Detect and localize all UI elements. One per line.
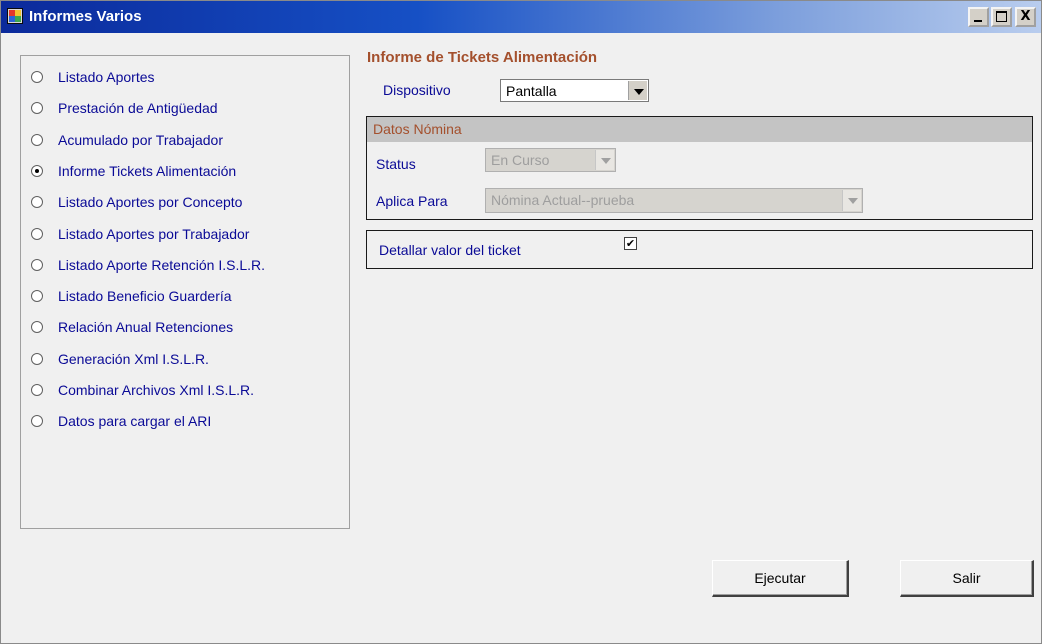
- report-option-label: Datos para cargar el ARI: [58, 413, 212, 429]
- report-option-label: Acumulado por Trabajador: [58, 132, 223, 148]
- status-label: Status: [376, 156, 416, 172]
- device-select[interactable]: Pantalla: [500, 79, 649, 102]
- report-option-label: Listado Aportes por Trabajador: [58, 226, 250, 242]
- radio-icon[interactable]: [31, 384, 43, 396]
- aplica-para-select-value: Nómina Actual--prueba: [491, 192, 635, 208]
- radio-icon[interactable]: [31, 290, 43, 302]
- datos-nomina-title: Datos Nómina: [373, 121, 462, 137]
- device-select-value: Pantalla: [506, 83, 557, 99]
- chevron-down-icon[interactable]: [595, 150, 614, 170]
- aplica-para-label: Aplica Para: [376, 193, 448, 209]
- maximize-button[interactable]: [991, 7, 1012, 27]
- report-option-label: Prestación de Antigüedad: [58, 100, 218, 116]
- window: Informes Varios X Listado Aportes Prestac…: [0, 0, 1042, 644]
- report-option[interactable]: Listado Beneficio Guardería: [31, 285, 232, 307]
- report-option[interactable]: Relación Anual Retenciones: [31, 316, 233, 338]
- report-option-label: Listado Beneficio Guardería: [58, 288, 232, 304]
- device-label: Dispositivo: [383, 82, 451, 98]
- datos-nomina-header: Datos Nómina: [367, 117, 1032, 142]
- report-option-label: Relación Anual Retenciones: [58, 319, 234, 335]
- window-title: Informes Varios: [29, 8, 142, 25]
- detail-ticket-checkbox[interactable]: ✔: [624, 237, 637, 250]
- aplica-para-select[interactable]: Nómina Actual--prueba: [485, 188, 863, 213]
- report-option[interactable]: Combinar Archivos Xml I.S.L.R.: [31, 379, 254, 401]
- report-option[interactable]: Informe Tickets Alimentación: [31, 160, 236, 182]
- report-option-label: Combinar Archivos Xml I.S.L.R.: [58, 382, 255, 398]
- radio-icon[interactable]: [31, 228, 43, 240]
- close-button[interactable]: X: [1015, 7, 1036, 27]
- report-option-label: Informe Tickets Alimentación: [58, 163, 237, 179]
- status-select[interactable]: En Curso: [485, 148, 616, 172]
- radio-icon[interactable]: [31, 353, 43, 365]
- status-select-value: En Curso: [491, 152, 550, 168]
- report-option-label: Listado Aporte Retención I.S.L.R.: [58, 257, 266, 273]
- radio-icon[interactable]: [31, 196, 43, 208]
- report-option[interactable]: Acumulado por Trabajador: [31, 129, 223, 151]
- radio-icon[interactable]: [31, 102, 43, 114]
- report-option[interactable]: Generación Xml I.S.L.R.: [31, 348, 209, 370]
- radio-icon[interactable]: [31, 134, 43, 146]
- report-option[interactable]: Listado Aporte Retención I.S.L.R.: [31, 254, 265, 276]
- report-option-label: Generación Xml I.S.L.R.: [58, 351, 209, 367]
- exit-button[interactable]: Salir: [900, 560, 1034, 597]
- detail-ticket-label: Detallar valor del ticket: [379, 242, 521, 258]
- report-option[interactable]: Listado Aportes por Concepto: [31, 191, 242, 213]
- execute-button[interactable]: Ejecutar: [712, 560, 849, 597]
- radio-selected-icon[interactable]: [31, 165, 43, 177]
- report-option[interactable]: Datos para cargar el ARI: [31, 410, 211, 432]
- report-option-label: Listado Aportes: [58, 69, 155, 85]
- report-option[interactable]: Listado Aportes por Trabajador: [31, 223, 249, 245]
- chevron-down-icon[interactable]: [628, 81, 647, 100]
- report-title: Informe de Tickets Alimentación: [367, 49, 598, 66]
- report-option[interactable]: Prestación de Antigüedad: [31, 97, 218, 119]
- report-option[interactable]: Listado Aportes: [31, 66, 155, 88]
- title-bar[interactable]: Informes Varios X: [1, 1, 1041, 33]
- chevron-down-icon[interactable]: [842, 190, 861, 211]
- radio-icon[interactable]: [31, 71, 43, 83]
- minimize-button[interactable]: [968, 7, 989, 27]
- radio-icon[interactable]: [31, 259, 43, 271]
- report-option-label: Listado Aportes por Concepto: [58, 194, 243, 210]
- app-icon: [7, 8, 23, 24]
- radio-icon[interactable]: [31, 321, 43, 333]
- radio-icon[interactable]: [31, 415, 43, 427]
